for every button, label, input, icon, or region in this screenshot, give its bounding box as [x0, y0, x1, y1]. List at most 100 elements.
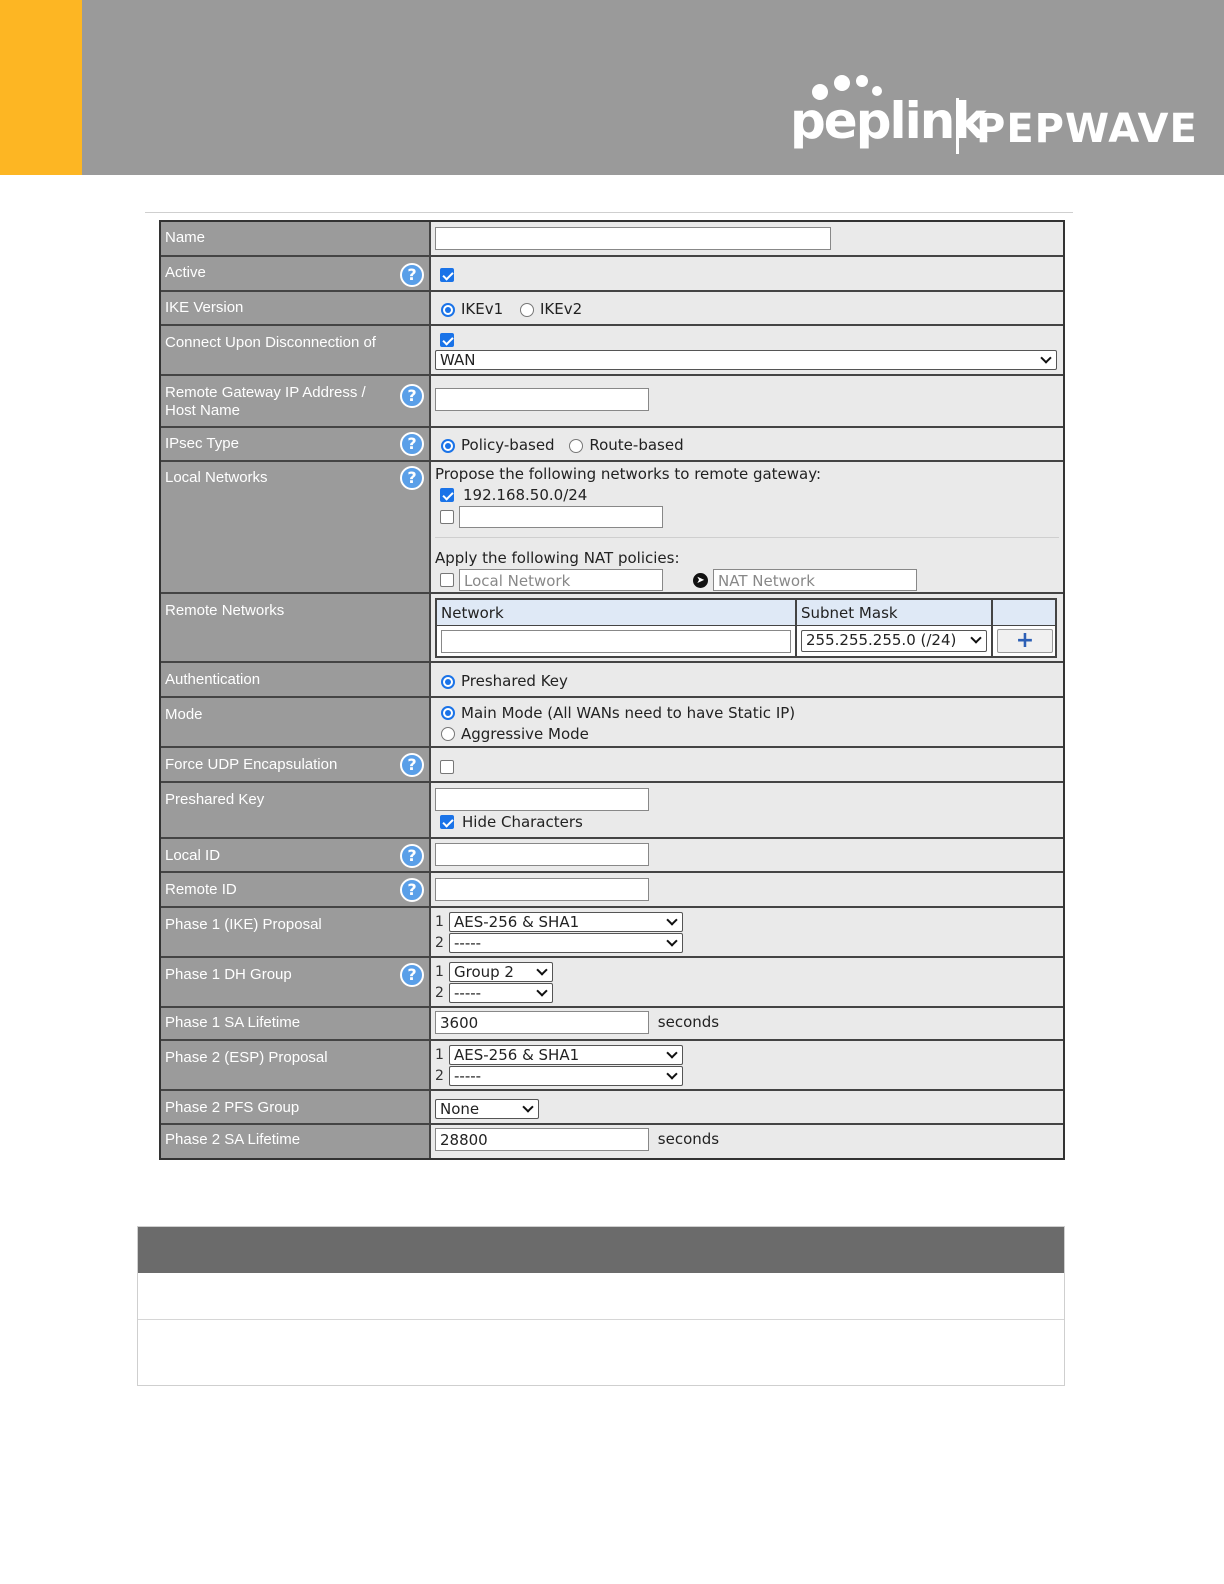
label-phase1-proposal: Phase 1 (IKE) Proposal [161, 908, 431, 956]
remote-networks-table: Network Subnet Mask 255.255.255.0 (/24) … [435, 598, 1057, 658]
label-phase1-dh: Phase 1 DH Group [165, 966, 292, 983]
ikev1-radio[interactable] [441, 302, 455, 317]
label-active: Active [165, 264, 206, 281]
phase2-sa-unit: seconds [657, 1130, 720, 1148]
row-local-networks: Local Networks ? Propose the following n… [161, 462, 1063, 594]
chevron-down-icon [666, 934, 678, 947]
label-local-networks: Local Networks [165, 469, 268, 486]
label-phase2-sa: Phase 2 SA Lifetime [161, 1125, 431, 1158]
policy-based-radio[interactable] [441, 438, 455, 453]
question-mark-icon[interactable]: ? [400, 753, 424, 777]
route-based-radio[interactable] [569, 438, 584, 453]
phase1-sa-input[interactable]: 3600 [435, 1011, 649, 1034]
row-force-udp: Force UDP Encapsulation ? [161, 748, 1063, 783]
preshared-key-option-label: Preshared Key [461, 672, 568, 690]
network2-input[interactable] [459, 506, 663, 528]
name-input[interactable] [435, 227, 831, 250]
chevron-down-icon [536, 963, 548, 976]
logo-pepwave: PEPWAVE [976, 106, 1198, 152]
phase2-sa-input[interactable]: 28800 [435, 1128, 649, 1151]
row-connect-upon: Connect Upon Disconnection of WAN [161, 326, 1063, 376]
chevron-down-icon [666, 1046, 678, 1059]
col-subnet: Subnet Mask [797, 600, 993, 625]
label-remote-gateway: Remote Gateway IP Address / Host Name [165, 384, 366, 419]
arrow-right-circle-icon: ➤ [693, 572, 708, 588]
row-remote-networks: Remote Networks Network Subnet Mask 255.… [161, 594, 1063, 663]
aggressive-mode-radio[interactable] [441, 726, 455, 741]
label-local-id: Local ID [165, 847, 221, 864]
preshared-key-radio[interactable] [441, 674, 455, 689]
row-authentication: Authentication Preshared Key [161, 663, 1063, 698]
local-network-input[interactable]: Local Network [459, 569, 663, 591]
label-authentication: Authentication [161, 663, 431, 696]
phase2-pfs-select[interactable]: None [435, 1098, 539, 1119]
connect-upon-checkbox[interactable] [440, 333, 454, 347]
force-udp-checkbox[interactable] [440, 759, 454, 774]
question-mark-icon[interactable]: ? [400, 844, 424, 868]
row-phase1-sa: Phase 1 SA Lifetime 3600 seconds [161, 1008, 1063, 1041]
local-id-input[interactable] [435, 843, 649, 866]
row-phase2-proposal: Phase 2 (ESP) Proposal 1 AES-256 & SHA1 2… [161, 1041, 1063, 1091]
label-mode: Mode [161, 698, 431, 746]
chevron-down-icon [970, 632, 982, 644]
remote-gateway-input[interactable] [435, 388, 649, 411]
remote-network-input[interactable] [441, 629, 791, 653]
phase1-proposal-select-2[interactable]: ----- [449, 932, 683, 953]
row-local-id: Local ID ? [161, 839, 1063, 873]
description-table-row [138, 1273, 1064, 1320]
description-table-row [138, 1320, 1064, 1385]
label-force-udp: Force UDP Encapsulation [165, 756, 338, 773]
ikev2-radio[interactable] [519, 302, 534, 317]
chevron-down-icon [522, 1100, 534, 1113]
label-remote-id: Remote ID [165, 881, 237, 898]
description-table [137, 1226, 1065, 1386]
phase1-sa-unit: seconds [657, 1013, 720, 1031]
row-remote-id: Remote ID ? [161, 873, 1063, 908]
question-mark-icon[interactable]: ? [400, 432, 424, 456]
phase2-proposal-select-1[interactable]: AES-256 & SHA1 [449, 1044, 683, 1065]
propose-text: Propose the following networks to remote… [435, 464, 822, 483]
row-phase2-pfs: Phase 2 PFS Group None [161, 1091, 1063, 1125]
header-accent-bar [0, 0, 82, 175]
nat-checkbox[interactable] [440, 573, 454, 587]
nat-text: Apply the following NAT policies: [435, 548, 680, 567]
add-remote-network-button[interactable]: + [997, 629, 1053, 653]
network2-checkbox[interactable] [440, 510, 454, 524]
row-remote-gateway: Remote Gateway IP Address / Host Name ? [161, 376, 1063, 428]
row-name: Name [161, 222, 1063, 257]
row-ipsec-type: IPsec Type ? Policy-based Route-based [161, 428, 1063, 462]
network1-checkbox[interactable] [440, 487, 454, 502]
ikev2-label: IKEv2 [539, 300, 583, 318]
nat-network-input[interactable]: NAT Network [713, 569, 917, 591]
chevron-down-icon [666, 1067, 678, 1080]
hide-characters-label: Hide Characters [462, 812, 583, 831]
question-mark-icon[interactable]: ? [400, 384, 424, 408]
row-mode: Mode Main Mode (All WANs need to have St… [161, 698, 1063, 748]
chevron-down-icon [1040, 351, 1052, 364]
label-phase2-proposal: Phase 2 (ESP) Proposal [161, 1041, 431, 1089]
hide-characters-checkbox[interactable] [440, 814, 454, 829]
active-checkbox[interactable] [440, 267, 454, 282]
question-mark-icon[interactable]: ? [400, 263, 424, 287]
main-mode-radio[interactable] [441, 705, 455, 720]
connect-upon-select[interactable]: WAN [435, 349, 1057, 370]
question-mark-icon[interactable]: ? [400, 878, 424, 902]
subnet-select[interactable]: 255.255.255.0 (/24) [801, 630, 987, 652]
row-phase1-proposal: Phase 1 (IKE) Proposal 1 AES-256 & SHA1 2… [161, 908, 1063, 958]
phase2-proposal-select-2[interactable]: ----- [449, 1065, 683, 1086]
separator [435, 537, 1059, 538]
aggressive-mode-label: Aggressive Mode [461, 724, 589, 743]
label-connect-upon: Connect Upon Disconnection of [161, 326, 431, 374]
question-mark-icon[interactable]: ? [400, 963, 424, 987]
phase1-proposal-select-1[interactable]: AES-256 & SHA1 [449, 911, 683, 932]
network1-label: 192.168.50.0/24 [463, 485, 588, 504]
row-phase2-sa: Phase 2 SA Lifetime 28800 seconds [161, 1125, 1063, 1158]
question-mark-icon[interactable]: ? [400, 466, 424, 490]
label-preshared-key: Preshared Key [161, 783, 431, 837]
phase1-dh-select-1[interactable]: Group 2 [449, 961, 553, 982]
row-preshared-key: Preshared Key Hide Characters [161, 783, 1063, 839]
preshared-key-input[interactable] [435, 788, 649, 811]
route-based-label: Route-based [589, 436, 684, 454]
phase1-dh-select-2[interactable]: ----- [449, 982, 553, 1003]
remote-id-input[interactable] [435, 878, 649, 901]
